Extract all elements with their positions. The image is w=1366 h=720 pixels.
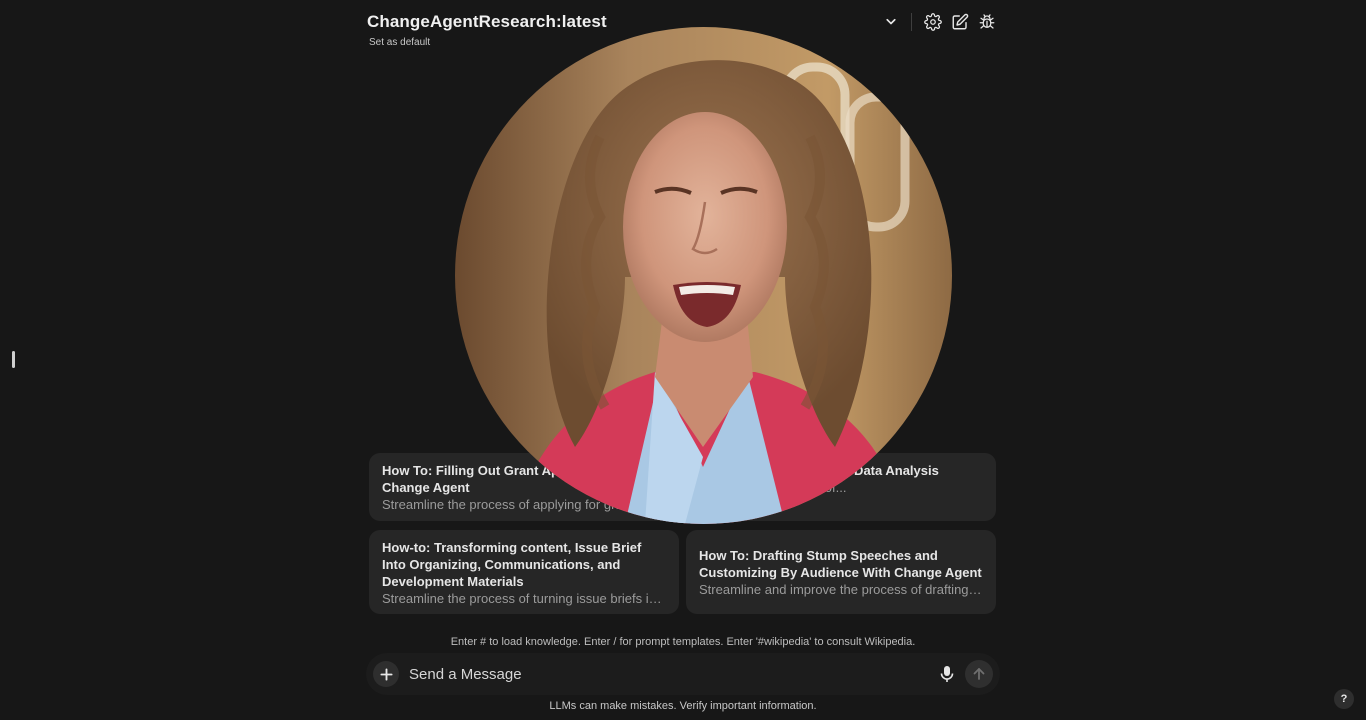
plus-icon: [379, 667, 393, 681]
add-attachment-button[interactable]: [373, 661, 399, 687]
disclaimer-text: LLMs can make mistakes. Verify important…: [549, 700, 817, 712]
sidebar-toggle-handle[interactable]: [12, 351, 15, 368]
arrow-up-icon: [973, 668, 985, 680]
gear-icon: [924, 13, 942, 31]
suggestion-description: Streamline the process of turning issue …: [382, 591, 662, 606]
microphone-icon: [940, 666, 954, 682]
help-button[interactable]: ?: [1334, 689, 1354, 709]
suggestion-title: How To: Drafting Stump Speeches and Cust…: [699, 548, 982, 580]
chat-page: ChangeAgentResearch:latest Set as defaul…: [0, 0, 1366, 720]
input-hint: Enter # to load knowledge. Enter / for p…: [450, 636, 916, 648]
chevron-down-icon: [886, 18, 896, 25]
message-input[interactable]: [409, 662, 909, 686]
model-dropdown-button[interactable]: [879, 10, 903, 34]
suggestion-title: How-to: Transforming content, Issue Brie…: [382, 540, 642, 589]
message-composer: [366, 653, 1000, 695]
suggestion-description: Streamline and improve the process of dr…: [699, 582, 982, 597]
video-call-icon: [455, 27, 952, 524]
report-bug-button[interactable]: [975, 10, 999, 34]
video-call-feed: [455, 27, 952, 524]
header-divider: [911, 13, 912, 31]
settings-button[interactable]: [921, 10, 945, 34]
bug-icon: [979, 14, 995, 29]
send-button[interactable]: [965, 660, 993, 688]
edit-icon: [952, 13, 969, 30]
suggestion-card[interactable]: How-to: Transforming content, Issue Brie…: [369, 530, 679, 614]
new-chat-button[interactable]: [948, 10, 972, 34]
model-selector-title[interactable]: ChangeAgentResearch:latest: [367, 12, 607, 32]
suggestion-card[interactable]: How To: Drafting Stump Speeches and Cust…: [686, 530, 996, 614]
set-default-link[interactable]: Set as default: [369, 37, 430, 48]
voice-input-button[interactable]: [936, 663, 958, 685]
